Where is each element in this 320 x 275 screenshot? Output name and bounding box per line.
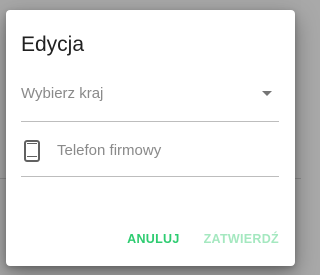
- country-select[interactable]: Wybierz kraj: [21, 80, 279, 122]
- edit-dialog: Edycja Wybierz kraj ANULUJ ZATWIERDŹ: [6, 10, 295, 266]
- company-phone-input[interactable]: [57, 139, 277, 161]
- cancel-button[interactable]: ANULUJ: [127, 232, 180, 246]
- dialog-actions: ANULUJ ZATWIERDŹ: [127, 229, 279, 249]
- dialog-title: Edycja: [21, 33, 85, 56]
- dropdown-arrow-icon[interactable]: [262, 91, 272, 96]
- country-select-placeholder: Wybierz kraj: [21, 85, 104, 102]
- confirm-button[interactable]: ZATWIERDŹ: [204, 232, 279, 246]
- company-phone-field[interactable]: [21, 132, 279, 177]
- smartphone-icon: [24, 140, 40, 162]
